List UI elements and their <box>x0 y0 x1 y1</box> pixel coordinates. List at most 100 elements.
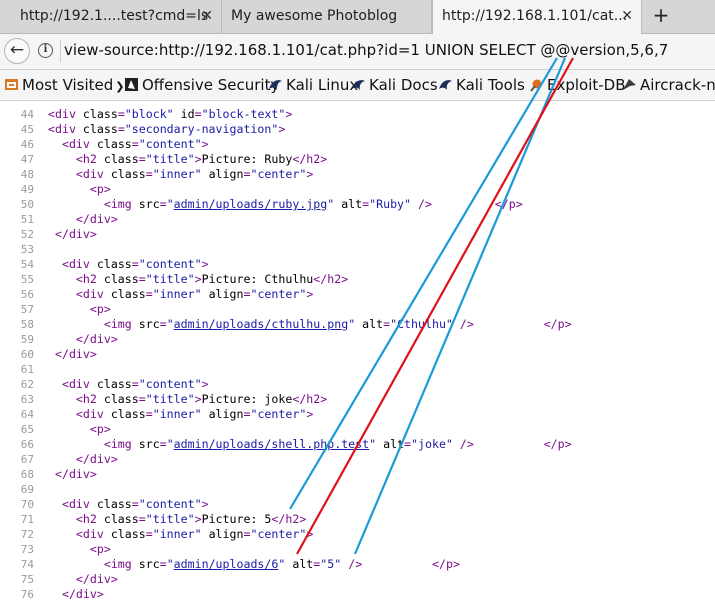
line-number: 50 <box>20 198 34 211</box>
line-number: 59 <box>20 333 34 346</box>
source-code: <p> <box>48 302 111 317</box>
new-tab-icon[interactable]: + <box>650 0 672 33</box>
bookmark-offensive-security[interactable]: Offensive Security <box>124 70 279 100</box>
line-number: 64 <box>20 408 34 421</box>
bookmark-kali-linux[interactable]: Kali Linux <box>268 70 358 100</box>
source-code: </div> <box>48 332 118 347</box>
bookmark-label: Offensive Security <box>142 76 280 94</box>
image-source-link[interactable]: admin/uploads/shell.php.test <box>174 437 369 451</box>
line-number: 76 <box>20 588 34 601</box>
html-tag: <img <box>103 437 139 451</box>
html-tag: /> <box>452 437 474 451</box>
attr-value: " <box>166 197 174 211</box>
source-line: 74 <img src="admin/uploads/6" alt="5" />… <box>0 557 715 572</box>
attr-value: "title" <box>145 392 195 406</box>
html-tag <box>104 167 111 181</box>
html-tag: = <box>159 437 167 451</box>
source-code: <h2 class="title">Picture: joke</h2> <box>48 392 327 407</box>
source-code: <img src="admin/uploads/ruby.jpg" alt="R… <box>48 197 523 212</box>
attr-value: "content" <box>138 497 202 511</box>
html-tag: > <box>306 287 314 301</box>
picture-title: Picture: Cthulhu <box>201 272 314 286</box>
attr-name: class <box>110 407 146 421</box>
close-icon[interactable]: ✕ <box>621 0 633 33</box>
source-code: <div class="inner" align="center"> <box>48 167 313 182</box>
bookmark-most-visited[interactable]: Most Visited ❯ <box>4 70 125 100</box>
image-source-link[interactable]: admin/uploads/cthulhu.png <box>174 317 349 331</box>
attr-name: src <box>138 197 160 211</box>
attr-name: class <box>82 107 118 121</box>
source-code: <div class="content"> <box>48 497 209 512</box>
line-number: 71 <box>20 513 34 526</box>
html-tag: > <box>278 122 286 136</box>
html-tag: </div> <box>54 467 97 481</box>
source-code: <div class="content"> <box>48 137 209 152</box>
source-code: </div> <box>48 452 118 467</box>
attr-name: src <box>138 557 160 571</box>
html-tag: </div> <box>75 572 118 586</box>
source-line: 49 <p> <box>0 182 715 197</box>
bookmark-kali-tools[interactable]: Kali Tools <box>438 70 525 100</box>
attr-value: " <box>166 317 174 331</box>
attr-name: class <box>96 377 132 391</box>
html-tag: > <box>201 497 209 511</box>
line-number: 68 <box>20 468 34 481</box>
back-arrow-icon[interactable]: ← <box>4 38 30 64</box>
url-bar[interactable]: view-source:http://192.168.1.101/cat.php… <box>64 41 668 59</box>
bookmark-aircrack-ng[interactable]: Aircrack-ng <box>622 70 715 100</box>
html-tag: </p> <box>494 197 523 211</box>
html-tag: </h2> <box>292 152 328 166</box>
attr-name: src <box>138 437 160 451</box>
source-line: 56 <div class="inner" align="center"> <box>0 287 715 302</box>
kali-dragon-icon <box>439 80 452 90</box>
source-line: 61 <box>0 362 715 377</box>
html-tag: = <box>131 377 139 391</box>
html-tag: > <box>103 182 111 196</box>
source-line: 57 <p> <box>0 302 715 317</box>
source-line: 76 </div> <box>0 587 715 602</box>
line-number: 56 <box>20 288 34 301</box>
close-icon[interactable]: ✕ <box>201 0 213 33</box>
html-tag: <div <box>48 122 76 136</box>
attr-value: "Cthulhu" <box>390 317 453 331</box>
html-tag: <p <box>89 182 104 196</box>
line-number: 74 <box>20 558 34 571</box>
html-tag: = <box>404 437 412 451</box>
html-tag: </h2> <box>271 512 307 526</box>
source-line: 47 <h2 class="title">Picture: Ruby</h2> <box>0 152 715 167</box>
html-tag: <div <box>75 287 104 301</box>
line-number: 61 <box>20 363 34 376</box>
html-tag: <p <box>89 422 104 436</box>
info-icon[interactable]: i <box>38 43 53 58</box>
image-source-link[interactable]: admin/uploads/6 <box>174 557 279 571</box>
tab-view-source[interactable]: http://192.168.1.101/cat... ✕ <box>432 0 642 34</box>
attr-name: class <box>82 122 118 136</box>
kali-dragon-icon <box>352 80 365 90</box>
attr-name: class <box>103 152 139 166</box>
html-tag: > <box>201 257 209 271</box>
attr-value: "content" <box>138 377 202 391</box>
source-line: 54 <div class="content"> <box>0 257 715 272</box>
html-tag <box>202 287 209 301</box>
source-code: <p> <box>48 542 111 557</box>
line-number: 66 <box>20 438 34 451</box>
image-source-link[interactable]: admin/uploads/ruby.jpg <box>174 197 328 211</box>
tab-photoblog[interactable]: My awesome Photoblog <box>222 0 432 33</box>
line-number: 55 <box>20 273 34 286</box>
html-tag: > <box>306 167 314 181</box>
attr-name: class <box>96 137 132 151</box>
bookmark-kali-docs[interactable]: Kali Docs <box>351 70 438 100</box>
html-tag <box>174 107 181 121</box>
attr-value: "content" <box>138 137 202 151</box>
html-tag: = <box>138 152 146 166</box>
line-number: 54 <box>20 258 34 271</box>
attr-name: class <box>96 497 132 511</box>
source-code: <div class="secondary-navigation"> <box>48 122 285 137</box>
source-line: 53 <box>0 242 715 257</box>
html-tag: > <box>285 107 293 121</box>
line-number: 48 <box>20 168 34 181</box>
line-number: 47 <box>20 153 34 166</box>
bookmark-exploit-db[interactable]: Exploit-DB <box>529 70 626 100</box>
attr-name: class <box>110 167 146 181</box>
tab-cmd[interactable]: http://192.1....test?cmd=ls ✕ <box>0 0 222 33</box>
